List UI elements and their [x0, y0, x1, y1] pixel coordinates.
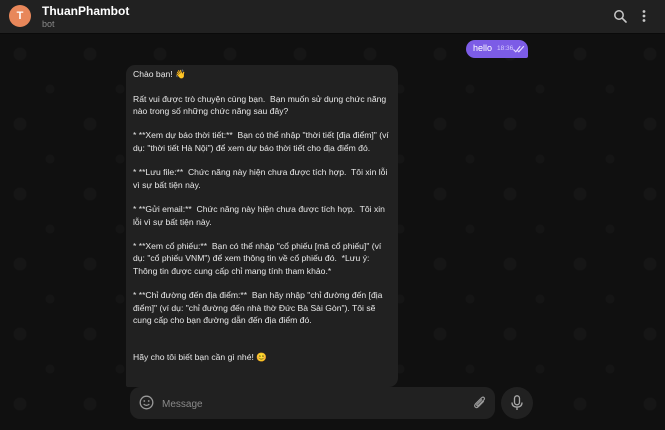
microphone-icon	[511, 395, 523, 410]
voice-record-button[interactable]	[501, 387, 533, 419]
message-text: Chào bạn! 👋 Rất vui được trò chuyện cùng…	[133, 69, 389, 362]
message-text: hello	[473, 43, 493, 53]
chat-header: T ThuanPhambot bot	[0, 0, 665, 34]
avatar[interactable]: T	[9, 5, 31, 27]
double-check-icon	[513, 45, 525, 53]
incoming-message[interactable]: Chào bạn! 👋 Rất vui được trò chuyện cùng…	[126, 65, 398, 387]
outgoing-message[interactable]: hello 18:36	[466, 40, 528, 58]
message-time: 18:36	[497, 45, 514, 52]
emoji-icon[interactable]	[139, 395, 154, 410]
chat-title[interactable]: ThuanPhambot	[42, 4, 129, 18]
message-input[interactable]	[160, 393, 464, 415]
search-icon[interactable]	[613, 9, 627, 23]
message-list[interactable]: hello 18:36 Chào bạn! 👋 Rất vui được trò…	[0, 34, 665, 430]
chat-subtitle: bot	[42, 19, 55, 29]
paperclip-icon[interactable]	[473, 395, 487, 410]
message-composer	[130, 387, 495, 419]
more-vertical-icon[interactable]	[637, 9, 651, 23]
